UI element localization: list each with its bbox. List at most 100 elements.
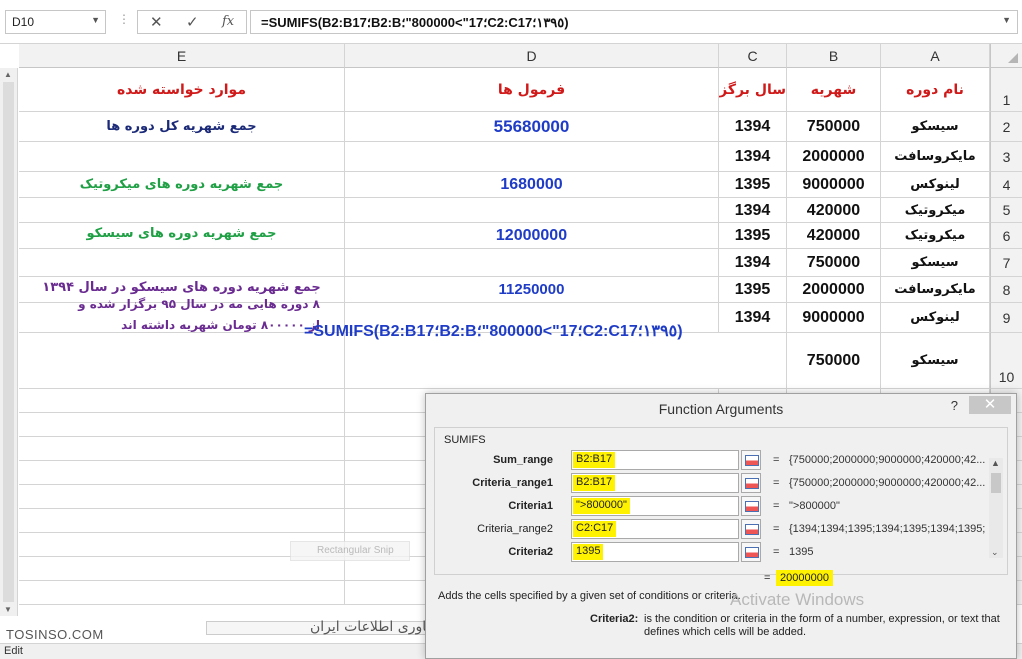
table-cell-fee[interactable]: 2000000 <box>787 277 881 303</box>
argument-input[interactable]: B2:B17 <box>571 473 739 493</box>
row-header-10[interactable]: 10 <box>990 333 1022 389</box>
empty-cell[interactable] <box>787 333 881 389</box>
table-cell-course[interactable]: لینوکس <box>881 303 990 333</box>
row-header-8[interactable]: 8 <box>990 277 1022 303</box>
cancel-icon[interactable]: ✕ <box>150 13 163 31</box>
empty-cell[interactable] <box>19 142 345 172</box>
vertical-scrollbar[interactable]: ▲ ▼ <box>0 68 18 616</box>
row-header-9[interactable]: 9 <box>990 303 1022 333</box>
column-header-b[interactable]: B <box>787 44 881 68</box>
scroll-down-icon[interactable]: ▼ <box>4 605 12 614</box>
empty-cell[interactable] <box>19 413 345 437</box>
column-header-c[interactable]: C <box>719 44 787 68</box>
formula-text: =SUMIFS(B2:B؛17B2:B؛17">800000"؛C2:C١٣٩٥… <box>261 15 569 30</box>
table-cell-year[interactable]: 1395 <box>719 223 787 249</box>
empty-cell[interactable] <box>345 249 719 277</box>
argument-input[interactable]: ">800000" <box>571 496 739 516</box>
row-header-6[interactable]: 6 <box>990 223 1022 249</box>
empty-cell[interactable] <box>345 142 719 172</box>
table-cell-course[interactable]: لینوکس <box>881 172 990 198</box>
chevron-down-icon[interactable]: ▼ <box>1002 15 1011 25</box>
table-cell-course[interactable]: میکروتیک <box>881 223 990 249</box>
empty-cell[interactable] <box>19 485 345 509</box>
name-box[interactable]: D10 ▼ <box>5 10 106 34</box>
result-total-fees[interactable]: 55680000 <box>345 112 719 142</box>
row-header-5[interactable]: 5 <box>990 198 1022 223</box>
row-header-1[interactable]: 1 <box>990 68 1022 112</box>
question-mikrotik-fees[interactable]: جمع شهریه دوره های میکروتیک <box>19 172 345 198</box>
table-cell-fee[interactable]: 750000 <box>787 249 881 277</box>
empty-cell[interactable] <box>345 198 719 223</box>
column-header-d[interactable]: D <box>345 44 719 68</box>
header-cell-fee[interactable]: شهریه <box>787 68 881 112</box>
table-cell-fee[interactable]: 750000 <box>787 112 881 142</box>
table-cell-course[interactable]: مایکروسافت <box>881 277 990 303</box>
row-header-2[interactable]: 2 <box>990 112 1022 142</box>
dialog-title[interactable]: Function Arguments <box>426 394 1016 424</box>
drag-dots-icon[interactable]: ⋮ <box>118 12 131 26</box>
function-description: Adds the cells specified by a given set … <box>438 590 741 602</box>
argument-input[interactable]: C2:C17 <box>571 519 739 539</box>
result-cisco-fees[interactable]: 12000000 <box>345 223 719 249</box>
insert-function-icon[interactable]: fx <box>222 14 234 29</box>
table-cell-year[interactable]: 1394 <box>719 198 787 223</box>
close-icon[interactable]: ✕ <box>969 396 1011 414</box>
formula-input[interactable]: =SUMIFS(B2:B؛17B2:B؛17">800000"؛C2:C١٣٩٥… <box>250 10 1018 34</box>
result-mikrotik-fees[interactable]: 1680000 <box>345 172 719 198</box>
header-cell-formulas[interactable]: فرمول ها <box>345 68 719 112</box>
scroll-thumb[interactable] <box>3 82 14 602</box>
scroll-up-icon[interactable]: ▲ <box>991 458 1000 468</box>
empty-cell[interactable] <box>19 581 345 605</box>
table-cell-course[interactable]: مایکروسافت <box>881 142 990 172</box>
row-header-4[interactable]: 4 <box>990 172 1022 198</box>
collapse-dialog-icon[interactable] <box>741 473 761 493</box>
empty-cell[interactable] <box>19 198 345 223</box>
table-cell-year[interactable]: 1394 <box>719 249 787 277</box>
table-cell-course[interactable]: سیسکو <box>881 112 990 142</box>
question-multi-cell[interactable] <box>19 333 345 389</box>
active-cell-d10[interactable] <box>345 333 787 389</box>
table-cell-fee[interactable]: 2000000 <box>787 142 881 172</box>
table-cell-course[interactable]: میکروتیک <box>881 198 990 223</box>
column-header-e[interactable]: E <box>19 44 345 68</box>
table-cell-fee[interactable]: 420000 <box>787 198 881 223</box>
enter-icon[interactable]: ✓ <box>186 13 199 31</box>
chevron-down-icon[interactable]: ▼ <box>91 15 100 25</box>
table-cell-year[interactable]: 1394 <box>719 112 787 142</box>
header-cell-requested[interactable]: موارد خواسته شده <box>19 68 345 112</box>
empty-cell[interactable] <box>19 461 345 485</box>
table-cell-fee[interactable]: 420000 <box>787 223 881 249</box>
scroll-up-icon[interactable]: ▲ <box>4 70 12 79</box>
arguments-scrollbar[interactable]: ▲ ⌄ <box>989 458 1003 558</box>
collapse-dialog-icon[interactable] <box>741 519 761 539</box>
row-header-3[interactable]: 3 <box>990 142 1022 172</box>
scroll-thumb[interactable] <box>991 473 1001 493</box>
table-cell-year[interactable]: 1394 <box>719 142 787 172</box>
table-cell-year[interactable]: 1395 <box>719 277 787 303</box>
table-cell-year[interactable]: 1395 <box>719 172 787 198</box>
empty-cell[interactable] <box>19 249 345 277</box>
empty-cell[interactable] <box>19 437 345 461</box>
table-cell-course[interactable]: سیسکو <box>881 333 990 389</box>
argument-input[interactable]: B2:B17 <box>571 450 739 470</box>
empty-cell[interactable] <box>19 509 345 533</box>
chevron-down-icon[interactable]: ⌄ <box>991 547 999 558</box>
argument-input[interactable]: 1395 <box>571 542 739 562</box>
header-cell-year[interactable]: سال برگزار <box>719 68 787 112</box>
result-cisco-1394-fees[interactable]: 11250000 <box>345 277 719 303</box>
column-header-a[interactable]: A <box>881 44 990 68</box>
table-cell-year[interactable]: 1394 <box>719 303 787 333</box>
table-cell-fee[interactable]: 9000000 <box>787 303 881 333</box>
help-icon[interactable]: ? <box>951 398 958 413</box>
row-header-7[interactable]: 7 <box>990 249 1022 277</box>
header-cell-course[interactable]: نام دوره <box>881 68 990 112</box>
question-total-fees[interactable]: جمع شهریه کل دوره ها <box>19 112 345 142</box>
collapse-dialog-icon[interactable] <box>741 542 761 562</box>
collapse-dialog-icon[interactable] <box>741 496 761 516</box>
question-cisco-fees[interactable]: جمع شهریه دوره های سیسکو <box>19 223 345 249</box>
table-cell-fee[interactable]: 9000000 <box>787 172 881 198</box>
select-all-corner[interactable] <box>990 44 1022 68</box>
collapse-dialog-icon[interactable] <box>741 450 761 470</box>
empty-cell[interactable] <box>19 389 345 413</box>
table-cell-course[interactable]: سیسکو <box>881 249 990 277</box>
